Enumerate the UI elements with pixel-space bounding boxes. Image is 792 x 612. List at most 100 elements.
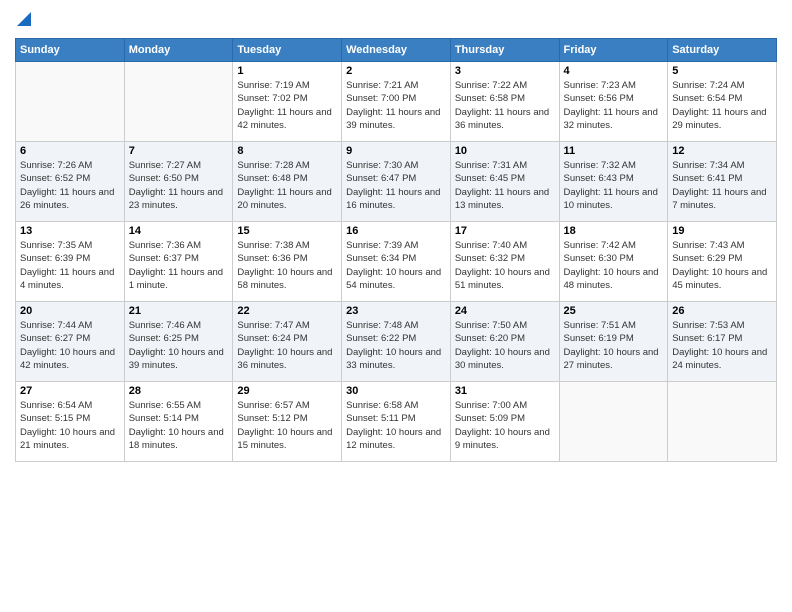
day-number: 5 [672, 65, 772, 77]
calendar-cell [559, 382, 668, 462]
day-number: 14 [129, 225, 229, 237]
day-info: Sunrise: 7:00 AMSunset: 5:09 PMDaylight:… [455, 399, 555, 452]
day-number: 7 [129, 145, 229, 157]
day-info: Sunrise: 7:27 AMSunset: 6:50 PMDaylight:… [129, 159, 229, 212]
day-number: 29 [237, 385, 337, 397]
calendar-cell: 28 Sunrise: 6:55 AMSunset: 5:14 PMDayligh… [124, 382, 233, 462]
weekday-header-tuesday: Tuesday [233, 39, 342, 62]
calendar-cell: 5 Sunrise: 7:24 AMSunset: 6:54 PMDaylight… [668, 62, 777, 142]
calendar-week-row: 6Sunrise: 7:26 AMSunset: 6:52 PMDaylight… [16, 142, 777, 222]
day-number: 1 [237, 65, 337, 77]
day-number: 8 [237, 145, 337, 157]
logo-triangle-icon [17, 12, 31, 26]
day-info: Sunrise: 7:34 AMSunset: 6:41 PMDaylight:… [672, 159, 772, 212]
weekday-header-thursday: Thursday [450, 39, 559, 62]
day-info: Sunrise: 7:30 AMSunset: 6:47 PMDaylight:… [346, 159, 446, 212]
day-number: 6 [20, 145, 120, 157]
day-number: 30 [346, 385, 446, 397]
calendar-cell: 7 Sunrise: 7:27 AMSunset: 6:50 PMDaylight… [124, 142, 233, 222]
day-info: Sunrise: 7:53 AMSunset: 6:17 PMDaylight:… [672, 319, 772, 372]
calendar-cell: 19Sunrise: 7:43 AMSunset: 6:29 PMDayligh… [668, 222, 777, 302]
day-info: Sunrise: 7:43 AMSunset: 6:29 PMDaylight:… [672, 239, 772, 292]
day-info: Sunrise: 7:51 AMSunset: 6:19 PMDaylight:… [564, 319, 664, 372]
calendar-week-row: 13 Sunrise: 7:35 AMSunset: 6:39 PMDayligh… [16, 222, 777, 302]
calendar-cell: 23Sunrise: 7:48 AMSunset: 6:22 PMDayligh… [342, 302, 451, 382]
day-info: Sunrise: 7:40 AMSunset: 6:32 PMDaylight:… [455, 239, 555, 292]
calendar-cell: 13 Sunrise: 7:35 AMSunset: 6:39 PMDayligh… [16, 222, 125, 302]
day-number: 12 [672, 145, 772, 157]
calendar-cell: 4 Sunrise: 7:23 AMSunset: 6:56 PMDaylight… [559, 62, 668, 142]
day-number: 11 [564, 145, 664, 157]
day-number: 20 [20, 305, 120, 317]
calendar-cell: 21 Sunrise: 7:46 AMSunset: 6:25 PMDayligh… [124, 302, 233, 382]
calendar-week-row: 27 Sunrise: 6:54 AMSunset: 5:15 PMDayligh… [16, 382, 777, 462]
calendar-cell: 26Sunrise: 7:53 AMSunset: 6:17 PMDayligh… [668, 302, 777, 382]
day-info: Sunrise: 7:38 AMSunset: 6:36 PMDaylight:… [237, 239, 337, 292]
day-info: Sunrise: 7:47 AMSunset: 6:24 PMDaylight:… [237, 319, 337, 372]
day-info: Sunrise: 7:42 AMSunset: 6:30 PMDaylight:… [564, 239, 664, 292]
day-info: Sunrise: 6:57 AMSunset: 5:12 PMDaylight:… [237, 399, 337, 452]
day-info: Sunrise: 7:24 AMSunset: 6:54 PMDaylight:… [672, 79, 772, 132]
day-info: Sunrise: 7:36 AMSunset: 6:37 PMDaylight:… [129, 239, 229, 292]
day-number: 15 [237, 225, 337, 237]
day-number: 16 [346, 225, 446, 237]
calendar-week-row: 20 Sunrise: 7:44 AMSunset: 6:27 PMDayligh… [16, 302, 777, 382]
day-number: 3 [455, 65, 555, 77]
logo [15, 10, 31, 30]
day-number: 27 [20, 385, 120, 397]
day-number: 24 [455, 305, 555, 317]
calendar-cell: 17 Sunrise: 7:40 AMSunset: 6:32 PMDayligh… [450, 222, 559, 302]
day-number: 13 [20, 225, 120, 237]
day-number: 23 [346, 305, 446, 317]
day-number: 4 [564, 65, 664, 77]
calendar-cell: 6Sunrise: 7:26 AMSunset: 6:52 PMDaylight… [16, 142, 125, 222]
calendar-cell: 27 Sunrise: 6:54 AMSunset: 5:15 PMDayligh… [16, 382, 125, 462]
day-info: Sunrise: 7:32 AMSunset: 6:43 PMDaylight:… [564, 159, 664, 212]
calendar-cell: 24 Sunrise: 7:50 AMSunset: 6:20 PMDayligh… [450, 302, 559, 382]
day-info: Sunrise: 6:58 AMSunset: 5:11 PMDaylight:… [346, 399, 446, 452]
calendar-cell: 11 Sunrise: 7:32 AMSunset: 6:43 PMDayligh… [559, 142, 668, 222]
calendar-cell: 1 Sunrise: 7:19 AMSunset: 7:02 PMDaylight… [233, 62, 342, 142]
day-info: Sunrise: 7:21 AMSunset: 7:00 PMDaylight:… [346, 79, 446, 132]
day-info: Sunrise: 7:35 AMSunset: 6:39 PMDaylight:… [20, 239, 120, 292]
weekday-header-row: SundayMondayTuesdayWednesdayThursdayFrid… [16, 39, 777, 62]
day-number: 17 [455, 225, 555, 237]
day-number: 2 [346, 65, 446, 77]
day-info: Sunrise: 7:23 AMSunset: 6:56 PMDaylight:… [564, 79, 664, 132]
calendar-table: SundayMondayTuesdayWednesdayThursdayFrid… [15, 38, 777, 462]
weekday-header-sunday: Sunday [16, 39, 125, 62]
calendar-cell: 10Sunrise: 7:31 AMSunset: 6:45 PMDayligh… [450, 142, 559, 222]
weekday-header-friday: Friday [559, 39, 668, 62]
calendar-cell: 30 Sunrise: 6:58 AMSunset: 5:11 PMDayligh… [342, 382, 451, 462]
day-number: 18 [564, 225, 664, 237]
calendar-cell: 29 Sunrise: 6:57 AMSunset: 5:12 PMDayligh… [233, 382, 342, 462]
day-info: Sunrise: 6:54 AMSunset: 5:15 PMDaylight:… [20, 399, 120, 452]
calendar-cell: 2 Sunrise: 7:21 AMSunset: 7:00 PMDaylight… [342, 62, 451, 142]
day-number: 31 [455, 385, 555, 397]
calendar-cell: 8Sunrise: 7:28 AMSunset: 6:48 PMDaylight… [233, 142, 342, 222]
weekday-header-monday: Monday [124, 39, 233, 62]
day-number: 21 [129, 305, 229, 317]
calendar-cell: 15 Sunrise: 7:38 AMSunset: 6:36 PMDayligh… [233, 222, 342, 302]
calendar-cell: 12 Sunrise: 7:34 AMSunset: 6:41 PMDayligh… [668, 142, 777, 222]
weekday-header-saturday: Saturday [668, 39, 777, 62]
day-info: Sunrise: 7:31 AMSunset: 6:45 PMDaylight:… [455, 159, 555, 212]
day-info: Sunrise: 7:50 AMSunset: 6:20 PMDaylight:… [455, 319, 555, 372]
calendar-cell: 18 Sunrise: 7:42 AMSunset: 6:30 PMDayligh… [559, 222, 668, 302]
day-info: Sunrise: 7:46 AMSunset: 6:25 PMDaylight:… [129, 319, 229, 372]
day-number: 9 [346, 145, 446, 157]
calendar-cell [16, 62, 125, 142]
day-info: Sunrise: 6:55 AMSunset: 5:14 PMDaylight:… [129, 399, 229, 452]
day-info: Sunrise: 7:44 AMSunset: 6:27 PMDaylight:… [20, 319, 120, 372]
day-number: 28 [129, 385, 229, 397]
page-header [15, 10, 777, 30]
day-info: Sunrise: 7:39 AMSunset: 6:34 PMDaylight:… [346, 239, 446, 292]
calendar-cell: 20 Sunrise: 7:44 AMSunset: 6:27 PMDayligh… [16, 302, 125, 382]
day-number: 25 [564, 305, 664, 317]
calendar-cell: 3 Sunrise: 7:22 AMSunset: 6:58 PMDaylight… [450, 62, 559, 142]
day-info: Sunrise: 7:19 AMSunset: 7:02 PMDaylight:… [237, 79, 337, 132]
day-info: Sunrise: 7:22 AMSunset: 6:58 PMDaylight:… [455, 79, 555, 132]
calendar-cell: 25 Sunrise: 7:51 AMSunset: 6:19 PMDayligh… [559, 302, 668, 382]
calendar-cell: 9 Sunrise: 7:30 AMSunset: 6:47 PMDaylight… [342, 142, 451, 222]
calendar-cell: 22Sunrise: 7:47 AMSunset: 6:24 PMDayligh… [233, 302, 342, 382]
